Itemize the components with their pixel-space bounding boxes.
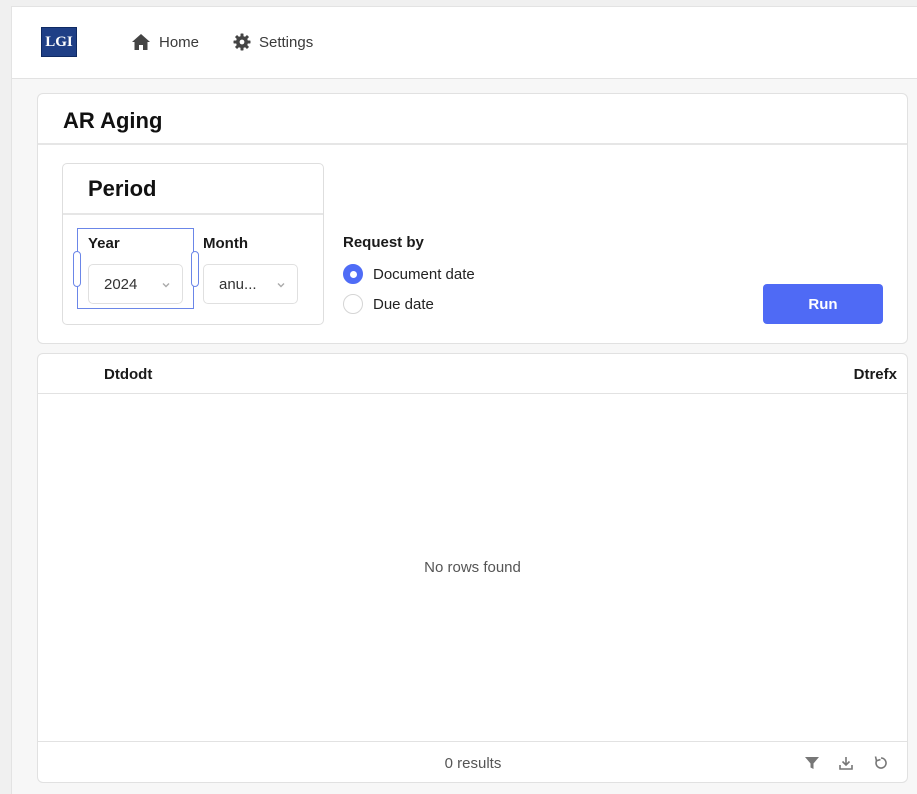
resize-handle-right[interactable]: [191, 251, 199, 287]
report-parameters-card: AR Aging Period Year 2024 Month anu... R…: [37, 93, 908, 344]
month-select[interactable]: anu...: [203, 264, 298, 304]
reset-icon[interactable]: [872, 754, 890, 772]
column-header-dtdodt[interactable]: Dtdodt: [104, 366, 152, 383]
app-window: LGI Home Settings AR Aging Period Year 2…: [11, 6, 917, 794]
month-label: Month: [203, 235, 248, 252]
results-count: 0 results: [444, 755, 502, 772]
top-navigation-bar: LGI Home Settings: [12, 7, 917, 79]
request-by-label: Request by: [343, 234, 424, 251]
title-divider: [38, 143, 907, 145]
download-icon[interactable]: [837, 754, 855, 772]
run-button[interactable]: Run: [763, 284, 883, 324]
column-header-dtrefx[interactable]: Dtrefx: [854, 366, 897, 383]
header-divider: [38, 393, 907, 394]
nav-settings-label: Settings: [259, 33, 314, 51]
gear-icon: [233, 33, 251, 51]
radio-button-checked[interactable]: [343, 264, 363, 284]
results-table-card: Dtdodt Dtrefx No rows found 0 results: [37, 353, 908, 783]
period-panel: Period Year 2024 Month anu...: [62, 163, 324, 325]
period-divider: [63, 213, 323, 215]
month-select-value: anu...: [219, 275, 257, 293]
radio-document-date-label: Document date: [373, 265, 475, 283]
filter-icon[interactable]: [803, 754, 821, 772]
company-logo[interactable]: LGI: [41, 27, 77, 57]
footer-divider: [38, 741, 907, 742]
radio-due-date-label: Due date: [373, 295, 434, 313]
radio-due-date[interactable]: Due date: [343, 293, 434, 315]
page-title: AR Aging: [63, 108, 163, 133]
resize-handle-left[interactable]: [73, 251, 81, 287]
year-select[interactable]: 2024: [88, 264, 183, 304]
empty-state-message: No rows found: [424, 559, 521, 576]
radio-document-date[interactable]: Document date: [343, 263, 475, 285]
nav-home-label: Home: [159, 33, 200, 51]
nav-settings[interactable]: Settings: [233, 31, 313, 53]
year-label: Year: [88, 235, 120, 252]
period-title: Period: [88, 176, 157, 201]
chevron-down-icon: [275, 278, 287, 295]
year-select-value: 2024: [104, 275, 138, 293]
chevron-down-icon: [160, 278, 172, 295]
nav-home[interactable]: Home: [131, 31, 199, 53]
radio-button-unchecked[interactable]: [343, 294, 363, 314]
home-icon: [131, 33, 151, 51]
